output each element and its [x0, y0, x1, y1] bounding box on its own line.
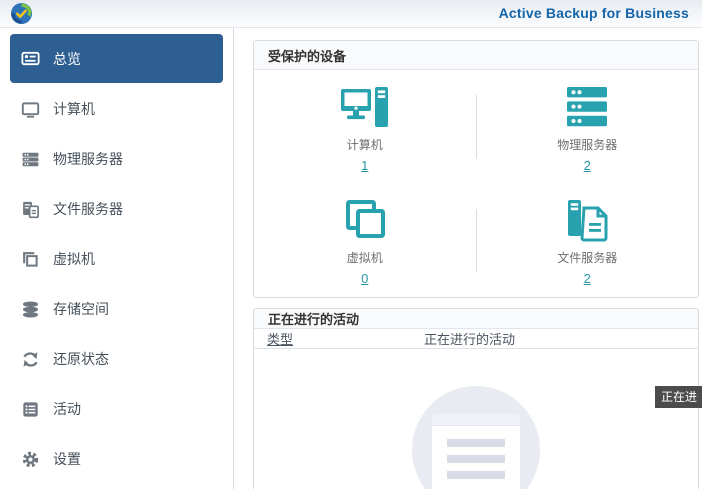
sidebar-item-label: 虚拟机 [53, 249, 95, 269]
column-header-type[interactable]: 类型 [267, 329, 424, 348]
protected-devices-card: 受保护的设备 [253, 40, 699, 298]
device-row: 计算机 1 [254, 70, 698, 184]
ongoing-activities-title: 正在进行的活动 [254, 309, 698, 329]
empty-document-icon [432, 414, 520, 489]
sidebar-item-label: 总览 [53, 49, 81, 69]
device-count-link[interactable]: 2 [584, 158, 591, 173]
active-backup-window: Active Backup for Business 总览 [0, 0, 702, 489]
file-server-icon [21, 200, 40, 219]
hover-tooltip: 正在进 [655, 386, 702, 408]
server-icon [21, 150, 40, 169]
sidebar-item-computers[interactable]: 计算机 [10, 84, 223, 134]
sidebar-item-label: 存储空间 [53, 299, 109, 319]
protected-devices-grid: 计算机 1 [254, 70, 698, 297]
device-cell-physical-server: 物理服务器 2 [477, 70, 699, 184]
sidebar-item-restore-status[interactable]: 还原状态 [10, 334, 223, 384]
vm-icon [21, 250, 40, 269]
device-row: 虚拟机 0 [254, 184, 698, 298]
page-title: Active Backup for Business [499, 5, 689, 21]
overview-icon [21, 49, 40, 68]
computer-icon [21, 100, 40, 119]
device-label: 计算机 [347, 136, 383, 153]
sidebar-item-activities[interactable]: 活动 [10, 384, 223, 434]
device-label: 虚拟机 [347, 249, 383, 266]
protected-devices-title: 受保护的设备 [254, 41, 698, 70]
file-server-doc-icon [564, 198, 610, 243]
activities-table-header: 类型 正在进行的活动 [254, 329, 698, 349]
device-count-link[interactable]: 2 [584, 271, 591, 286]
ongoing-activities-card: 正在进行的活动 类型 正在进行的活动 [253, 308, 699, 489]
sidebar-item-storage[interactable]: 存储空间 [10, 284, 223, 334]
sidebar-item-label: 计算机 [53, 99, 95, 119]
server-rack-icon [564, 85, 610, 130]
device-cell-computer: 计算机 1 [254, 70, 476, 184]
device-count-link[interactable]: 1 [361, 158, 368, 173]
column-header-ongoing[interactable]: 正在进行的活动 [424, 329, 685, 348]
device-cell-virtual-machine: 虚拟机 0 [254, 184, 476, 298]
main-content: 受保护的设备 [234, 28, 702, 489]
device-count-link[interactable]: 0 [361, 271, 368, 286]
sidebar-item-label: 还原状态 [53, 349, 109, 369]
activity-icon [21, 400, 40, 419]
settings-icon [21, 450, 40, 469]
sidebar-item-settings[interactable]: 设置 [10, 434, 223, 484]
activities-empty-state [254, 349, 698, 489]
computer-tower-icon [338, 85, 392, 130]
device-label: 文件服务器 [557, 249, 617, 266]
sidebar-item-file-servers[interactable]: 文件服务器 [10, 184, 223, 234]
top-bar: Active Backup for Business [0, 0, 702, 28]
sidebar-item-label: 文件服务器 [53, 199, 123, 219]
empty-state-circle [412, 386, 540, 489]
sidebar-item-physical-servers[interactable]: 物理服务器 [10, 134, 223, 184]
sidebar-item-overview[interactable]: 总览 [10, 34, 223, 83]
restore-icon [21, 350, 40, 369]
sidebar-item-label: 设置 [53, 449, 81, 469]
sidebar: 总览 计算机 [0, 28, 234, 489]
active-backup-logo-icon [10, 2, 33, 25]
device-label: 物理服务器 [557, 136, 617, 153]
vm-squares-icon [341, 198, 389, 243]
sidebar-item-label: 物理服务器 [53, 149, 123, 169]
sidebar-item-virtual-machines[interactable]: 虚拟机 [10, 234, 223, 284]
device-cell-file-server: 文件服务器 2 [477, 184, 699, 298]
sidebar-item-label: 活动 [53, 399, 81, 419]
storage-icon [21, 300, 40, 319]
